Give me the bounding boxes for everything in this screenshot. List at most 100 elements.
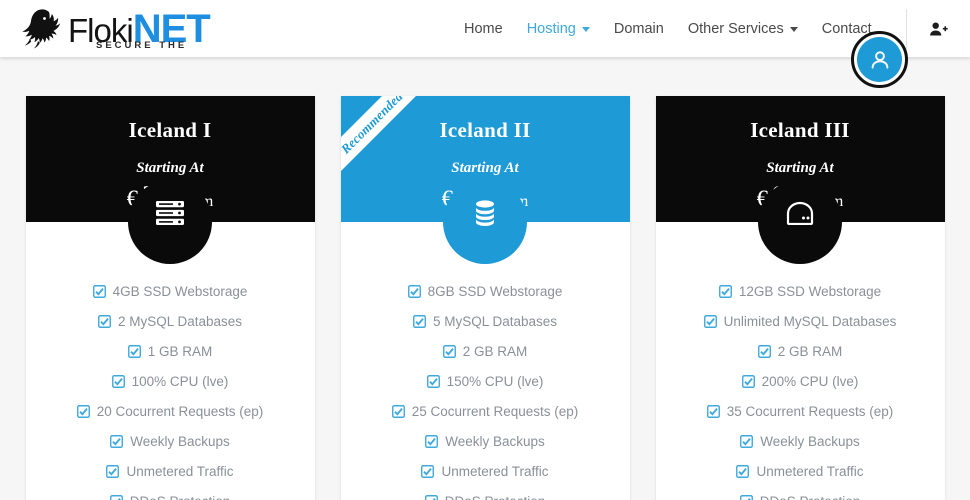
feature-label: Weekly Backups — [445, 433, 545, 449]
feature-item: 4GB SSD Webstorage — [26, 276, 315, 306]
feature-item: 12GB SSD Webstorage — [656, 276, 945, 306]
nav-item-label: Other Services — [687, 20, 784, 37]
nav-item-domain[interactable]: Domain — [602, 21, 676, 37]
feature-label: 4GB SSD Webstorage — [112, 283, 248, 299]
logo-wordmark: Floki NET SECURE THE — [68, 9, 211, 51]
feature-label: 20 Cocurrent Requests (ep) — [96, 403, 264, 419]
pricing-card-iceland-1[interactable]: Iceland I Starting At € 3.50 /m — [25, 96, 315, 500]
starting-at-label: Starting At — [766, 160, 834, 176]
site-header: Floki NET SECURE THE Home Hosting Domain … — [0, 0, 970, 88]
nav-item-home[interactable]: Home — [452, 21, 515, 37]
check-icon — [92, 284, 106, 298]
plan-title: Iceland I — [128, 118, 212, 142]
server-rack-icon — [155, 200, 185, 231]
feature-item: 1 GB RAM — [26, 336, 315, 366]
check-icon — [391, 404, 405, 418]
feature-label: Weekly Backups — [130, 433, 230, 449]
feature-item: 35 Cocurrent Requests (ep) — [656, 396, 945, 426]
feature-item: Unmetered Traffic — [341, 456, 630, 486]
feature-label: 2 MySQL Databases — [117, 313, 243, 329]
nav-item-hosting[interactable]: Hosting — [515, 21, 602, 37]
feature-item: Weekly Backups — [341, 426, 630, 456]
feature-label: 12GB SSD Webstorage — [738, 283, 882, 299]
feature-item: Unlimited MySQL Databases — [656, 306, 945, 336]
feature-label: DDoS Protection — [760, 494, 861, 500]
feature-label: 25 Cocurrent Requests (ep) — [411, 403, 579, 419]
feature-item: 100% CPU (lve) — [26, 366, 315, 396]
feature-item: 2 MySQL Databases — [26, 306, 315, 336]
check-icon — [127, 344, 141, 358]
feature-label: 35 Cocurrent Requests (ep) — [726, 403, 894, 419]
feature-item: Weekly Backups — [26, 426, 315, 456]
header-actions — [906, 0, 970, 57]
check-icon — [703, 314, 717, 328]
feature-item: DDoS Protection — [656, 486, 945, 500]
check-icon — [421, 464, 435, 478]
plan-title: Iceland III — [750, 118, 850, 142]
pricing-card-iceland-3[interactable]: Iceland III Starting At € 9.00 /m 12GB S… — [655, 96, 945, 500]
feature-item: 8GB SSD Webstorage — [341, 276, 630, 306]
feature-item: 2 GB RAM — [656, 336, 945, 366]
nav-item-other-services[interactable]: Other Services — [676, 21, 810, 37]
check-icon — [739, 494, 753, 500]
feature-item: Unmetered Traffic — [26, 456, 315, 486]
check-icon — [736, 464, 750, 478]
check-icon — [407, 284, 421, 298]
check-icon — [111, 374, 125, 388]
feature-item: 2 GB RAM — [341, 336, 630, 366]
feature-item: 5 MySQL Databases — [341, 306, 630, 336]
feature-label: Unmetered Traffic — [756, 463, 864, 479]
main-navigation: Home Hosting Domain Other Services Conta… — [452, 0, 884, 57]
feature-label: 2 GB RAM — [777, 343, 843, 359]
check-icon — [424, 494, 438, 500]
account-avatar-button[interactable] — [851, 31, 908, 88]
check-icon — [110, 434, 124, 448]
feature-label: 1 GB RAM — [147, 343, 213, 359]
check-icon — [741, 374, 755, 388]
feature-label: 100% CPU (lve) — [131, 373, 229, 389]
feature-label: 200% CPU (lve) — [761, 373, 859, 389]
chevron-down-icon — [789, 27, 798, 32]
check-icon — [442, 344, 456, 358]
starting-at-label: Starting At — [451, 160, 519, 176]
feature-label: Unlimited MySQL Databases — [723, 313, 897, 329]
starting-at-label: Starting At — [136, 160, 204, 176]
check-icon — [740, 434, 754, 448]
feature-item: DDoS Protection — [341, 486, 630, 500]
hard-drive-icon — [785, 201, 815, 230]
feature-item: Weekly Backups — [656, 426, 945, 456]
site-logo[interactable]: Floki NET SECURE THE — [18, 4, 211, 54]
user-avatar-icon — [857, 37, 902, 82]
feature-item: 150% CPU (lve) — [341, 366, 630, 396]
feature-item: Unmetered Traffic — [656, 456, 945, 486]
logo-tagline: SECURE THE — [96, 40, 188, 51]
feature-item: 20 Cocurrent Requests (ep) — [26, 396, 315, 426]
database-icon — [471, 199, 499, 232]
feature-label: 2 GB RAM — [462, 343, 528, 359]
feature-label: 5 MySQL Databases — [432, 313, 558, 329]
nav-item-label: Domain — [613, 20, 664, 37]
nav-item-label: Home — [464, 20, 503, 37]
feature-label: DDoS Protection — [130, 494, 231, 500]
feature-item: DDoS Protection — [26, 486, 315, 500]
pricing-card-iceland-2[interactable]: Recommended Iceland II Starting At € 6.0… — [340, 96, 630, 500]
feature-label: 150% CPU (lve) — [446, 373, 544, 389]
check-icon — [426, 374, 440, 388]
feature-label: 8GB SSD Webstorage — [427, 283, 563, 299]
check-icon — [106, 464, 120, 478]
check-icon — [757, 344, 771, 358]
check-icon — [718, 284, 732, 298]
user-plus-icon[interactable] — [929, 21, 948, 36]
feature-label: Unmetered Traffic — [126, 463, 234, 479]
check-icon — [76, 404, 90, 418]
plan-icon-circle — [758, 180, 842, 264]
check-icon — [425, 434, 439, 448]
feature-item: 200% CPU (lve) — [656, 366, 945, 396]
check-icon — [413, 314, 426, 328]
raven-logo-icon — [18, 6, 66, 52]
feature-item: 25 Cocurrent Requests (ep) — [341, 396, 630, 426]
header-divider — [906, 8, 907, 49]
check-icon — [98, 314, 111, 328]
feature-label: Weekly Backups — [760, 433, 860, 449]
nav-item-label: Hosting — [526, 20, 576, 37]
